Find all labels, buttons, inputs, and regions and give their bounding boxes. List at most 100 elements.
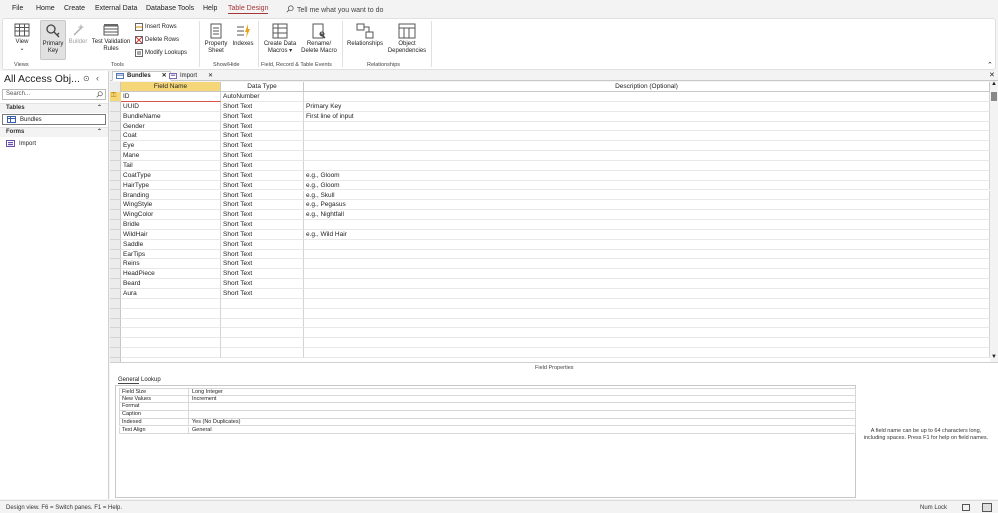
row-selector[interactable]	[110, 299, 121, 309]
field-name-cell[interactable]: Saddle	[121, 239, 221, 250]
relationships-button[interactable]: Relationships	[344, 23, 386, 59]
row-selector[interactable]	[110, 181, 121, 191]
column-header-field-name[interactable]: Field Name	[121, 82, 221, 92]
data-type-cell[interactable]: Short Text	[221, 111, 304, 122]
data-type-cell[interactable]	[221, 338, 304, 349]
nav-collapse-icon[interactable]: ‹	[96, 73, 99, 83]
field-name-cell[interactable]: HeadPiece	[121, 269, 221, 280]
property-row[interactable]: Caption	[119, 411, 856, 419]
data-type-cell[interactable]: Short Text	[221, 101, 304, 112]
data-type-cell[interactable]: Short Text	[221, 210, 304, 221]
data-type-cell[interactable]: Short Text	[221, 279, 304, 289]
data-type-cell[interactable]: Short Text	[221, 141, 304, 152]
rename-delete-macro-button[interactable]: Rename/Delete Macro	[299, 23, 339, 59]
description-cell[interactable]: e.g., Wild Hair	[304, 229, 990, 240]
field-name-cell[interactable]: CoatType	[121, 170, 221, 181]
description-cell[interactable]	[304, 328, 990, 339]
data-type-cell[interactable]	[221, 318, 304, 329]
tell-me-box[interactable]: Tell me what you want to do	[286, 5, 383, 14]
row-selector[interactable]	[110, 141, 121, 152]
property-row[interactable]: Field Size Long Integer	[119, 388, 856, 396]
data-type-cell[interactable]: Short Text	[221, 249, 304, 260]
row-selector[interactable]	[110, 102, 121, 112]
doc-tab-bundles[interactable]: Bundles ✕	[112, 71, 171, 81]
description-cell[interactable]: Primary Key	[304, 101, 990, 112]
field-name-cell[interactable]: Bridle	[121, 220, 221, 230]
object-dependencies-button[interactable]: Object Dependencies	[386, 23, 428, 59]
row-selector[interactable]	[110, 220, 121, 230]
field-name-cell[interactable]: UUID	[121, 101, 221, 112]
insert-rows-button[interactable]: Insert Rows	[135, 23, 177, 31]
property-row[interactable]: Indexed Yes (No Duplicates)	[119, 418, 856, 427]
field-name-cell[interactable]	[121, 338, 221, 349]
collapse-ribbon-icon[interactable]: ⌃	[987, 61, 993, 69]
field-name-cell[interactable]: WingColor	[121, 210, 221, 221]
data-type-cell[interactable]: Short Text	[221, 160, 304, 171]
tab-create[interactable]: Create	[64, 5, 85, 12]
field-name-cell[interactable]	[121, 318, 221, 329]
data-type-cell[interactable]: Short Text	[221, 229, 304, 240]
field-name-cell[interactable]: HairType	[121, 180, 221, 191]
nav-title[interactable]: All Access Obj...	[4, 73, 80, 85]
create-data-macros-button[interactable]: Create Data Macros ▾	[261, 23, 299, 59]
row-selector[interactable]	[110, 171, 121, 181]
description-cell[interactable]: e.g., Gloom	[304, 170, 990, 181]
tab-database-tools[interactable]: Database Tools	[146, 5, 194, 12]
property-value[interactable]: Increment	[191, 396, 216, 403]
row-selector[interactable]	[110, 240, 121, 250]
field-name-cell[interactable]: Eye	[121, 141, 221, 152]
description-cell[interactable]: e.g., Pegasus	[304, 200, 990, 211]
field-name-cell[interactable]	[121, 328, 221, 339]
tab-general[interactable]: General	[118, 377, 140, 384]
description-cell[interactable]	[304, 289, 990, 299]
description-cell[interactable]	[304, 151, 990, 161]
data-type-cell[interactable]	[221, 298, 304, 309]
description-cell[interactable]	[304, 259, 990, 270]
field-name-cell[interactable]: ID	[121, 92, 221, 102]
delete-rows-button[interactable]: Delete Rows	[135, 36, 179, 44]
field-name-cell[interactable]: BundleName	[121, 111, 221, 122]
tab-help[interactable]: Help	[203, 5, 217, 12]
row-selector[interactable]	[110, 210, 121, 221]
data-type-cell[interactable]: Short Text	[221, 190, 304, 201]
description-cell[interactable]: First line of input	[304, 111, 990, 122]
field-name-cell[interactable]	[121, 348, 221, 358]
vertical-scrollbar[interactable]: ▲ ▼	[990, 81, 998, 362]
row-selector[interactable]	[110, 250, 121, 260]
tab-external-data[interactable]: External Data	[95, 5, 137, 12]
row-selector[interactable]	[110, 309, 121, 319]
tab-lookup[interactable]: Lookup	[141, 377, 161, 383]
row-selector[interactable]	[110, 161, 121, 171]
row-selector[interactable]	[110, 348, 121, 358]
scroll-down-icon[interactable]: ▼	[991, 354, 997, 360]
description-cell[interactable]	[304, 338, 990, 349]
description-cell[interactable]	[304, 318, 990, 329]
field-name-cell[interactable]: WingStyle	[121, 200, 221, 211]
field-name-cell[interactable]	[121, 298, 221, 309]
field-name-cell[interactable]: EarTips	[121, 249, 221, 260]
row-selector[interactable]	[110, 112, 121, 122]
description-cell[interactable]	[304, 121, 990, 132]
field-name-cell[interactable]: WildHair	[121, 229, 221, 240]
data-type-cell[interactable]	[221, 308, 304, 319]
close-document-icon[interactable]: ✕	[989, 71, 995, 79]
property-sheet-button[interactable]: Property Sheet	[203, 23, 229, 59]
description-cell[interactable]	[304, 141, 990, 152]
scroll-up-icon[interactable]: ▲	[991, 81, 997, 87]
data-type-cell[interactable]: Short Text	[221, 220, 304, 230]
scroll-thumb[interactable]	[991, 92, 997, 101]
close-icon[interactable]: ✕	[208, 71, 213, 81]
data-type-cell[interactable]	[221, 348, 304, 358]
property-row[interactable]: Format	[119, 403, 856, 412]
nav-header-forms[interactable]: Forms ⌃	[0, 127, 108, 137]
data-type-cell[interactable]: Short Text	[221, 269, 304, 280]
design-view-icon[interactable]	[982, 503, 992, 512]
field-name-cell[interactable]: Aura	[121, 289, 221, 299]
description-cell[interactable]	[304, 298, 990, 309]
row-selector[interactable]	[110, 131, 121, 142]
column-header-description[interactable]: Description (Optional)	[304, 82, 990, 92]
field-name-cell[interactable]: Mane	[121, 151, 221, 161]
field-name-cell[interactable]: Branding	[121, 190, 221, 201]
description-cell[interactable]	[304, 239, 990, 250]
tab-home[interactable]: Home	[36, 5, 55, 12]
